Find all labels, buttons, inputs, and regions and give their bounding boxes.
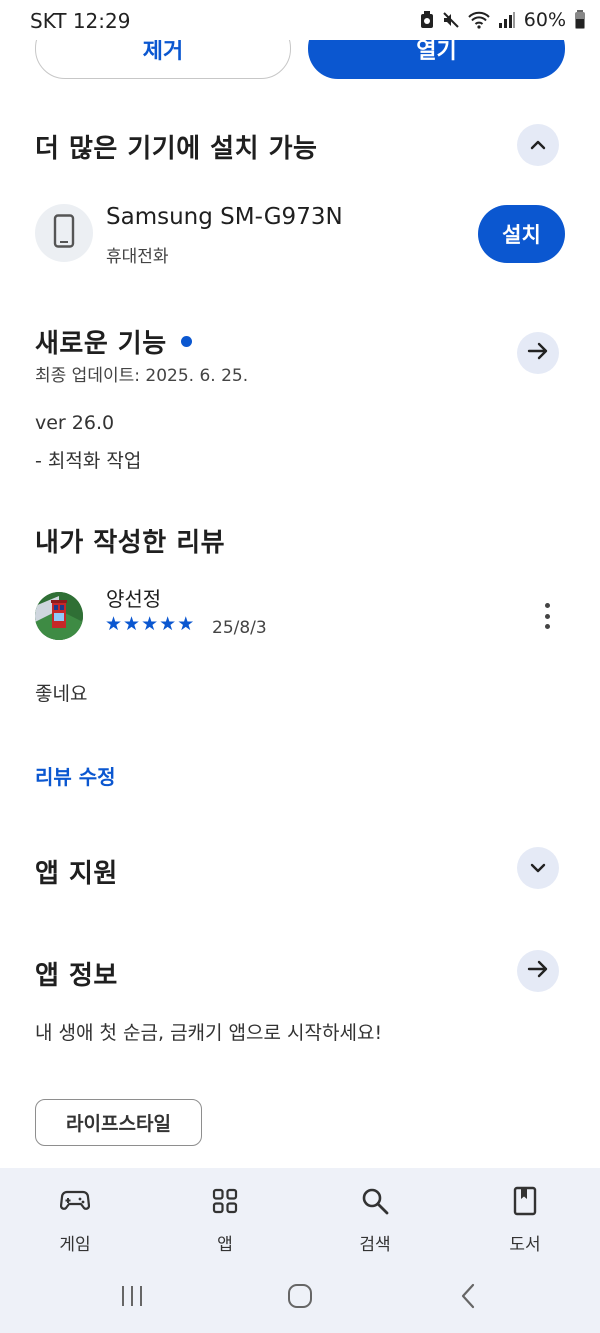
- update-note: - 최적화 작업: [35, 450, 142, 472]
- status-bar: SKT 12:29 60%: [0, 0, 600, 40]
- nav-item-search[interactable]: 검색: [320, 1186, 430, 1255]
- nav-label-apps: 앱: [217, 1235, 233, 1255]
- wifi-icon: [468, 11, 490, 29]
- star-icon: ★: [177, 613, 195, 635]
- whats-new-header[interactable]: 새로운 기능: [35, 323, 192, 360]
- home-button[interactable]: [278, 1280, 322, 1316]
- install-button[interactable]: 설치: [478, 205, 565, 263]
- signal-icon: [498, 11, 516, 29]
- recent-apps-icon: [119, 1284, 145, 1312]
- last-updated: 최종 업데이트: 2025. 6. 25.: [35, 366, 249, 386]
- search-icon: [361, 1186, 389, 1216]
- nav-item-books[interactable]: 도서: [470, 1186, 580, 1255]
- nav-label-games: 게임: [59, 1235, 91, 1255]
- app-support-title: 앱 지원: [35, 859, 118, 889]
- edit-review-link[interactable]: 리뷰 수정: [35, 761, 116, 790]
- install-button-label: 설치: [502, 223, 541, 247]
- status-icons: 60%: [420, 9, 586, 31]
- star-icon: ★: [159, 613, 177, 635]
- category-chip-label: 라이프스타일: [66, 1113, 171, 1135]
- phone-icon: [53, 214, 75, 252]
- more-devices-title: 더 많은 기기에 설치 가능: [35, 134, 318, 164]
- app-info-more-button[interactable]: [517, 950, 559, 992]
- star-icon: ★: [123, 613, 141, 635]
- collapse-more-devices-button[interactable]: [517, 124, 559, 166]
- chevron-down-icon: [529, 859, 547, 878]
- dot-icon: [544, 603, 550, 608]
- back-button[interactable]: [446, 1280, 490, 1316]
- device-type: 휴대전화: [106, 247, 169, 267]
- battery-icon: [574, 10, 586, 30]
- apps-grid-icon: [212, 1186, 238, 1216]
- star-icon: ★: [105, 613, 123, 635]
- review-date: 25/8/3: [212, 618, 267, 638]
- device-name: Samsung SM-G973N: [106, 204, 343, 230]
- gamepad-icon: [60, 1186, 90, 1216]
- arrow-right-icon: [527, 960, 549, 982]
- reviewer-name: 양선정: [106, 587, 162, 611]
- category-chip[interactable]: 라이프스타일: [35, 1099, 202, 1146]
- new-indicator-dot: [180, 336, 192, 347]
- chevron-up-icon: [529, 136, 547, 155]
- rating-stars: ★ ★ ★ ★ ★: [105, 613, 194, 635]
- device-avatar: [35, 204, 93, 262]
- dot-icon: [544, 624, 550, 629]
- review-more-options-button[interactable]: [535, 603, 559, 629]
- app-description: 내 생애 첫 순금, 금캐기 앱으로 시작하세요!: [35, 1022, 383, 1044]
- review-text: 좋네요: [35, 683, 88, 705]
- reviewer-avatar: [35, 592, 83, 640]
- book-icon: [513, 1186, 537, 1216]
- nav-label-search: 검색: [359, 1235, 391, 1255]
- app-info-title: 앱 정보: [35, 961, 118, 991]
- status-time: SKT 12:29: [30, 9, 131, 33]
- my-review-title: 내가 작성한 리뷰: [35, 528, 226, 558]
- dot-icon: [544, 613, 550, 619]
- whats-new-title: 새로운 기능: [35, 329, 167, 359]
- mute-icon: [442, 11, 460, 29]
- back-icon: [459, 1282, 477, 1314]
- nav-label-books: 도서: [509, 1235, 541, 1255]
- recent-apps-button[interactable]: [110, 1280, 154, 1316]
- star-icon: ★: [141, 613, 159, 635]
- nav-item-games[interactable]: 게임: [20, 1186, 130, 1255]
- recycle-icon: [420, 11, 434, 29]
- battery-percent: 60%: [523, 9, 566, 31]
- expand-app-support-button[interactable]: [517, 847, 559, 889]
- version-text: ver 26.0: [35, 412, 115, 434]
- nav-item-apps[interactable]: 앱: [170, 1186, 280, 1255]
- arrow-right-icon: [527, 342, 549, 364]
- home-icon: [287, 1283, 313, 1313]
- whats-new-more-button[interactable]: [517, 332, 559, 374]
